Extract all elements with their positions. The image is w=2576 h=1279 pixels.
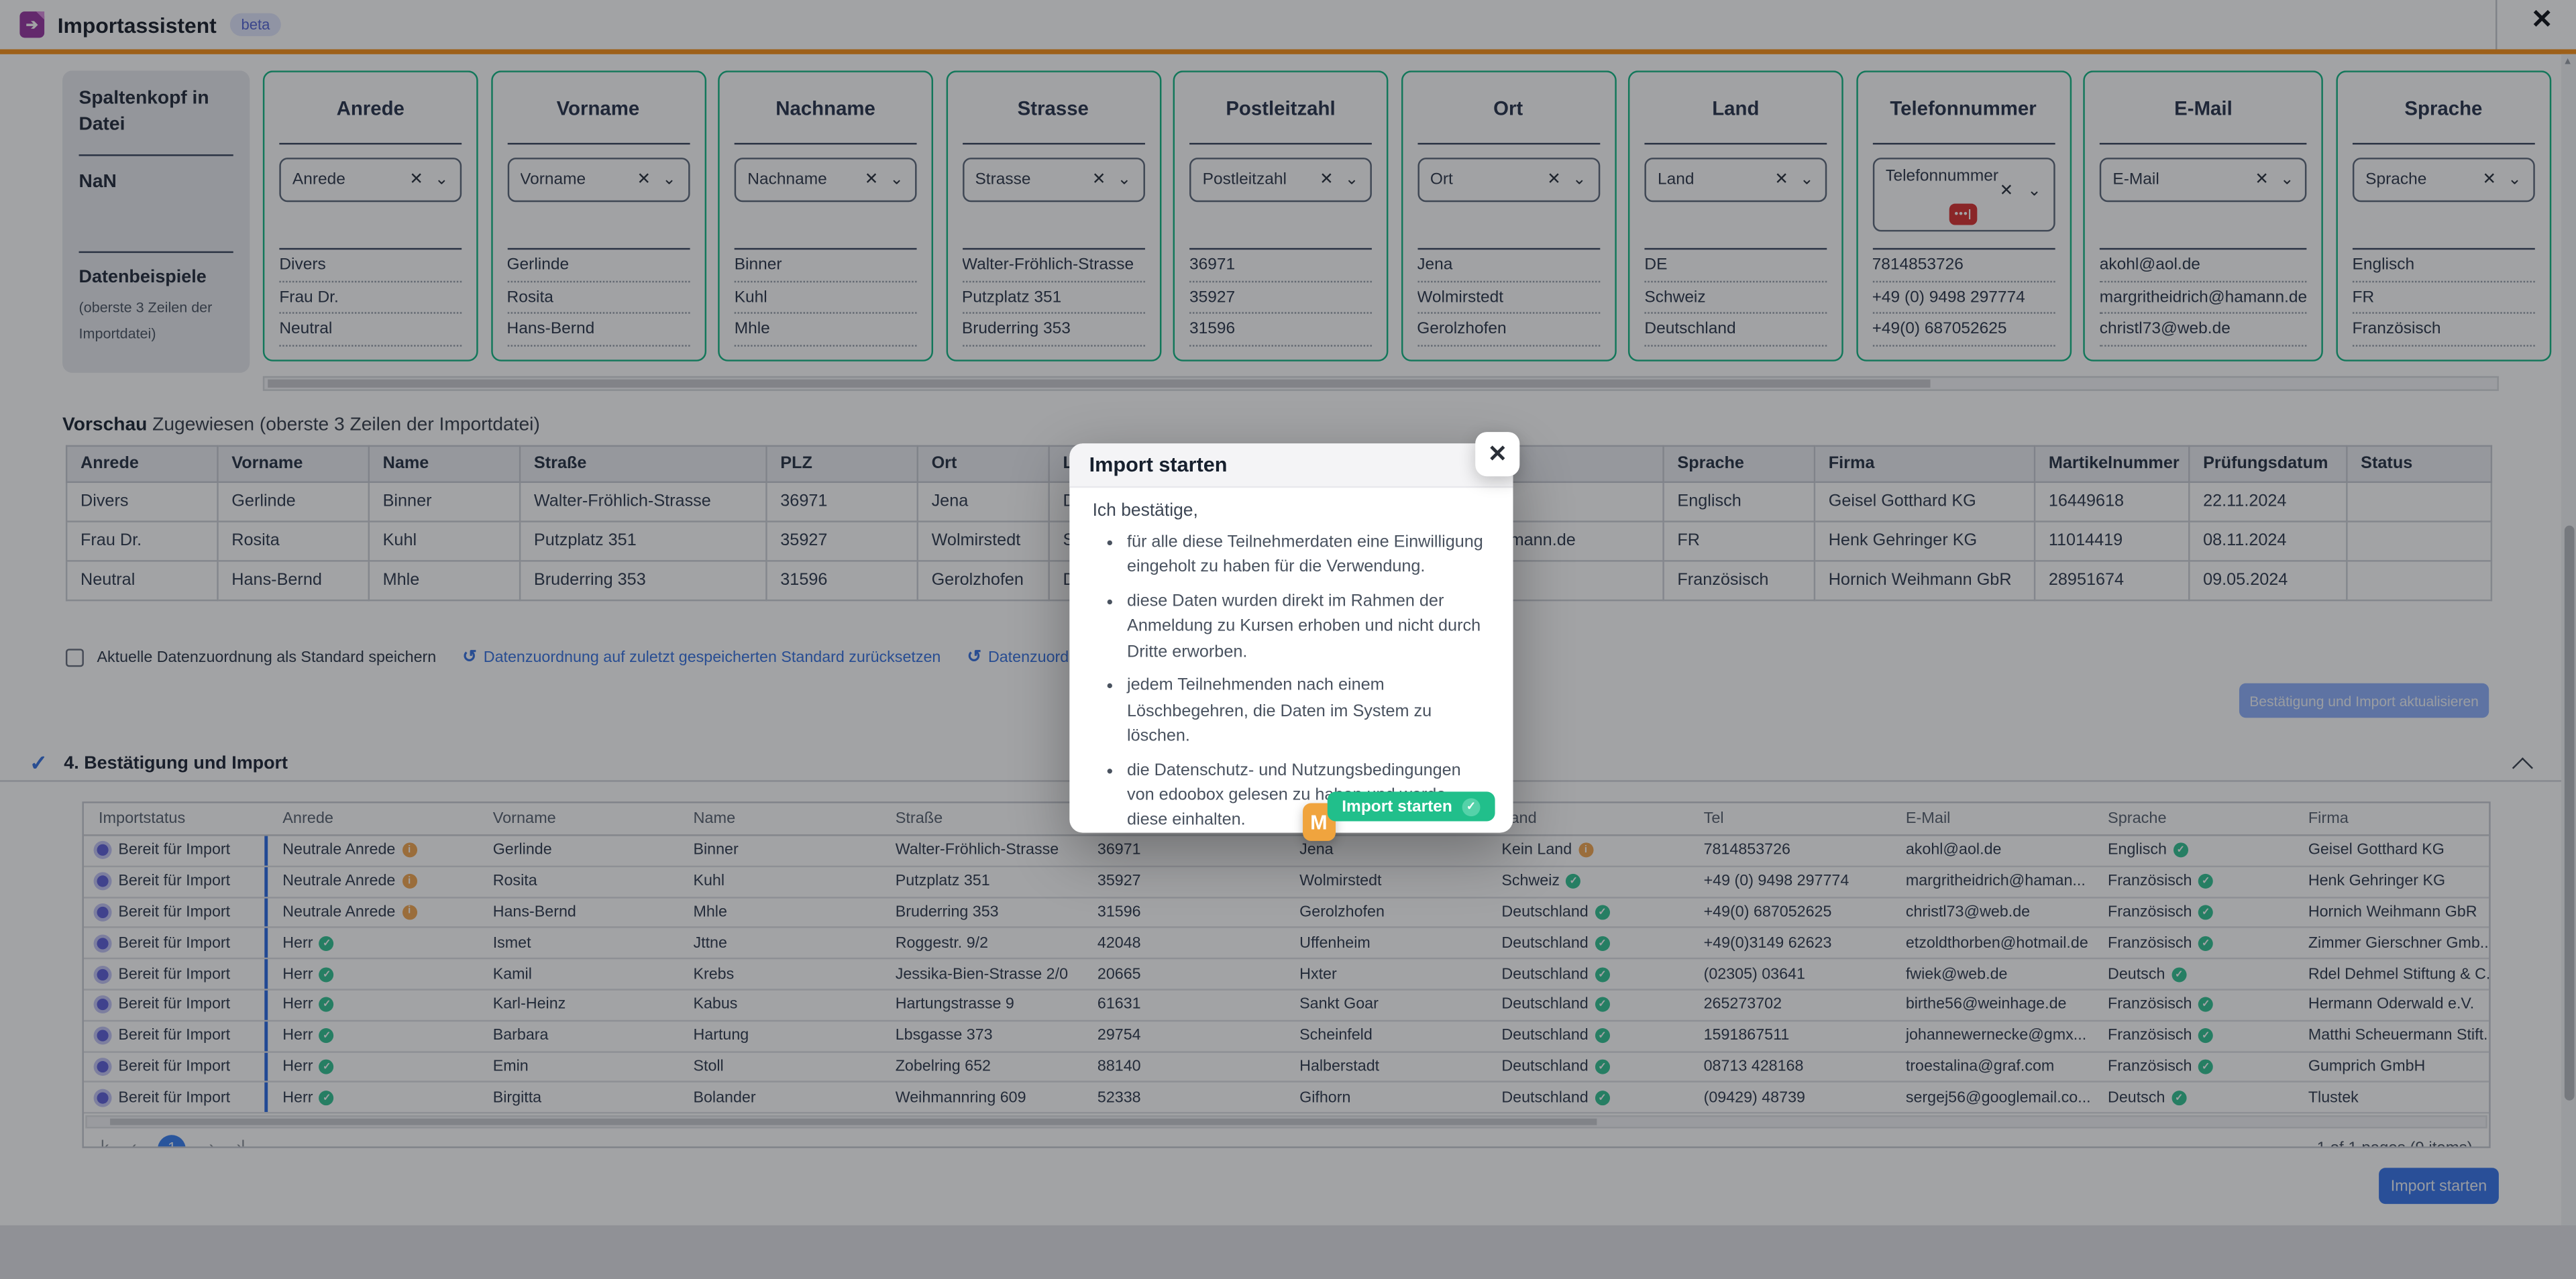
dialog-intro: Ich bestätige, <box>1093 501 1491 520</box>
dialog-title: Import starten <box>1069 443 1513 488</box>
confirmation-list: für alle diese Teilnehmerdaten eine Einw… <box>1093 531 1491 834</box>
confirmation-item: für alle diese Teilnehmerdaten eine Einw… <box>1127 531 1490 581</box>
dialog-close-button[interactable]: ✕ <box>1475 432 1519 476</box>
confirm-import-button[interactable]: Import starten ✓ <box>1327 791 1495 821</box>
confirm-import-label: Import starten <box>1342 797 1452 816</box>
import-confirm-dialog: Import starten ✕ Ich bestätige, für alle… <box>1069 443 1513 832</box>
dialog-body: Ich bestätige, für alle diese Teilnehmer… <box>1069 488 1513 834</box>
confirmation-item: jedem Teilnehmenden nach einem Löschbege… <box>1127 674 1490 750</box>
close-icon: ✕ <box>1488 440 1507 468</box>
dialog-actions: M Import starten ✓ <box>1327 791 1495 821</box>
check-circle-icon: ✓ <box>1462 797 1481 816</box>
importassistent-window: ➔ Importassistent beta ✕ Spaltenkopf in … <box>0 0 2576 1279</box>
confirmation-item: diese Daten wurden direkt im Rahmen der … <box>1127 590 1490 665</box>
